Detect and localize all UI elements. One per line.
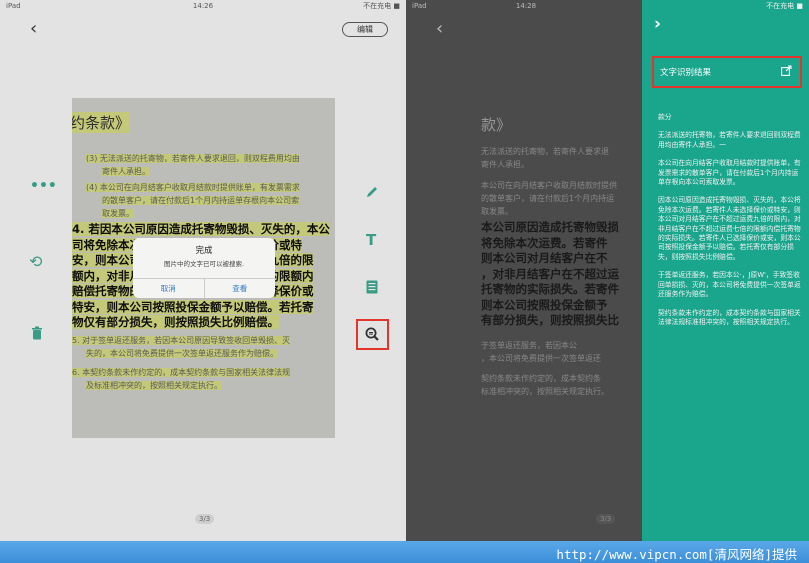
ocr-result-drawer: 不在充电 ■ › 文字识别结果 款分 无法派送的托寄物，若寄件人要求退回则双程费… <box>642 0 809 541</box>
status-time: 14:26 <box>192 2 214 10</box>
page-indicator: 3/3 <box>195 514 215 524</box>
ocr-result-title: 文字识别结果 <box>660 68 712 78</box>
ocr-paragraph: 无法派送的托寄物，若寄件人要求退回则双程费用均由寄件人承担。一 <box>658 131 801 149</box>
battery-status: 不在充电 ■ <box>363 2 400 10</box>
doc-line: 无法派送的托寄物，若寄件人要求退 <box>481 147 609 156</box>
text-search-icon[interactable] <box>364 326 380 346</box>
ocr-paragraph: 于签单返还服务，若因本公·，J原W'，手致签收回单损损、灭的，本公司将免费提供一… <box>658 271 801 299</box>
doc-clause-4: 本公司原因造成托寄物毁损 将免除本次运费。若寄件 则本公司对月结客户在不 ，对非… <box>481 220 651 329</box>
doc-big-line: 将免除本次运费。若寄件 <box>481 235 608 250</box>
watermark-footer: http://www.vipcn.com[清风网络]提供 <box>0 541 809 563</box>
doc-line: 的散单客户，请在付款后1个月内持运 <box>481 194 615 203</box>
battery-status: 不在充电 ■ <box>766 2 803 10</box>
back-chevron-icon[interactable]: ‹ <box>30 18 37 39</box>
status-time: 14:28 <box>515 2 537 10</box>
text-icon[interactable]: T <box>366 231 376 249</box>
dialog-view-button[interactable]: 查看 <box>203 279 276 298</box>
share-icon[interactable] <box>781 65 792 79</box>
watermark-text: http://www.vipcn.com[清风网络]提供 <box>556 547 797 562</box>
ocr-result-text: 款分 无法派送的托寄物，若寄件人要求退回则双程费用均由寄件人承担。一 本公司在向… <box>658 113 802 336</box>
dialog-cancel-button[interactable]: 取消 <box>133 279 204 298</box>
ocr-result-header[interactable]: 文字识别结果 <box>652 56 802 88</box>
right-screen: iPad 14:28 ‹ 款》 无法派送的托寄物，若寄件人要求退 寄件人承担。 … <box>406 0 809 541</box>
dialog-title: 完成 <box>195 246 213 256</box>
pen-icon[interactable] <box>365 185 379 203</box>
doc-line: 标准相冲突的，按照相关规定执行。 <box>481 387 609 396</box>
device-label: iPad <box>412 2 427 10</box>
document-image-dimmed: 款》 无法派送的托寄物，若寄件人要求退 寄件人承担。 本公司在向月结客户收取月结… <box>481 100 651 440</box>
doc-line: 契约条款未作约定的，成本契约条 <box>481 374 601 383</box>
device-label: iPad <box>6 2 21 10</box>
doc-big-line: 则本公司对月结客户在不 <box>481 251 608 265</box>
doc-big-line: 有部分损失，则按照损失比 <box>481 313 619 327</box>
doc-title: 款》 <box>481 116 512 134</box>
ocr-complete-dialog: 完成 图片中的文字已可以被搜索. 取消 查看 <box>133 238 275 298</box>
doc-line: 取发票。 <box>481 207 513 216</box>
back-chevron-icon[interactable]: ‹ <box>436 18 443 39</box>
status-bar: iPad 14:26 不在充电 ■ <box>0 0 406 12</box>
left-screen: iPad 14:26 不在充电 ■ ‹ 编辑 约条款》 (3) 无法派送的托寄物… <box>0 0 406 541</box>
doc-line: 于签单返还服务，若因本公 <box>481 341 577 350</box>
page-indicator: 3/3 <box>596 514 616 524</box>
ocr-paragraph: 本公司在向月结客户收取月结款时提供账单，有发票需求的散单客户，请在付款后1个月内… <box>658 159 801 187</box>
dialog-message: 图片中的文字已可以被搜索. <box>163 260 245 268</box>
doc-big-line: 托寄物的实际损失。若寄件 <box>481 282 619 296</box>
doc-line: ，本公司将免费提供一次签单返还 <box>481 354 601 363</box>
doc-big-line: 则本公司按照投保金额予 <box>481 297 608 312</box>
doc-line: 本公司在向月结客户收取月结款时提供 <box>481 181 617 190</box>
doc-big-line: 本公司原因造成托寄物毁损 <box>481 220 619 234</box>
doc-big-line: ，对非月结客户在不超过运 <box>481 266 619 281</box>
ocr-paragraph: 契约条款未作约定的，成本契约条款与国家相关法律法规标准相冲突的，按照相关规定执行… <box>658 308 801 326</box>
trash-icon[interactable] <box>31 326 43 344</box>
document-icon[interactable] <box>366 280 378 298</box>
more-icon[interactable]: ••• <box>30 178 57 194</box>
close-drawer-chevron-icon[interactable]: › <box>654 14 661 34</box>
undo-icon[interactable]: ⟲ <box>29 252 42 271</box>
ocr-paragraph: 因本公司原因造成托寄物毁损、灭失的，本公将免除本次运费。若寄件人未选择保价或特安… <box>658 196 801 261</box>
doc-line: 寄件人承担。 <box>481 160 529 169</box>
edit-button[interactable]: 编辑 <box>342 22 388 37</box>
ocr-paragraph: 款分 <box>658 113 672 121</box>
